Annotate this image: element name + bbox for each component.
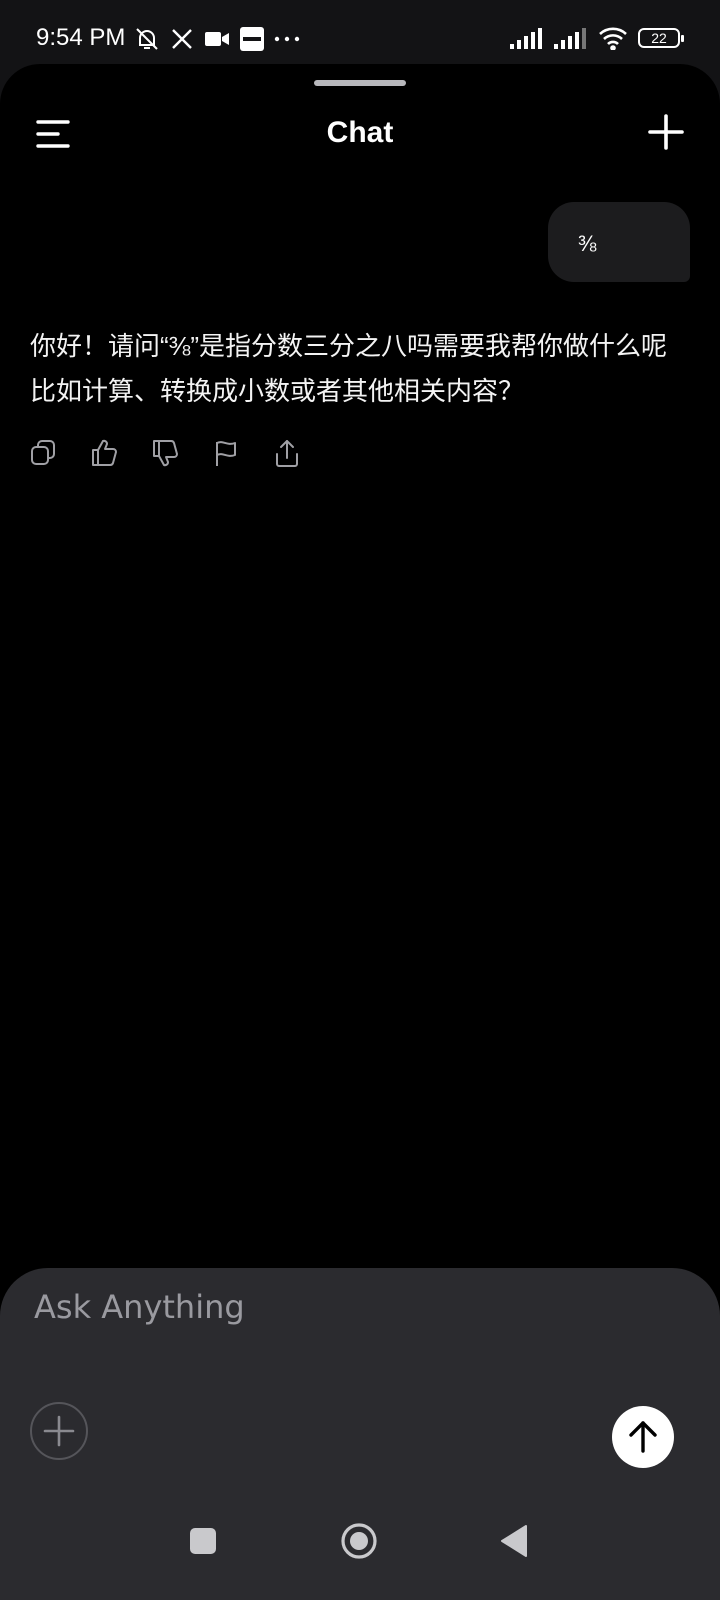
drag-handle[interactable] — [314, 80, 406, 86]
thumbs-down-icon[interactable] — [152, 438, 178, 468]
send-button[interactable] — [612, 1406, 674, 1468]
recents-square-icon[interactable] — [190, 1528, 216, 1554]
plus-icon — [43, 1415, 75, 1447]
more-dots-icon — [274, 36, 300, 42]
message-actions — [30, 438, 300, 468]
home-circle-icon[interactable] — [340, 1522, 378, 1560]
status-bar: 9:54 PM 22 — [0, 0, 720, 72]
attach-button[interactable] — [30, 1402, 88, 1460]
status-icons-right: 22 — [510, 26, 684, 50]
signal-icon — [510, 28, 542, 49]
status-time: 9:54 PM — [36, 24, 126, 51]
share-icon[interactable] — [274, 438, 300, 468]
wifi-icon — [599, 27, 627, 50]
page-title: Chat — [326, 116, 394, 149]
thumbs-up-icon[interactable] — [91, 438, 117, 468]
copy-icon[interactable] — [30, 438, 56, 468]
arrow-up-icon — [629, 1421, 657, 1453]
ask-input[interactable] — [32, 1284, 576, 1330]
back-triangle-icon[interactable] — [500, 1524, 528, 1558]
x-logo-icon — [172, 29, 192, 49]
bybit-app-icon — [240, 27, 264, 51]
battery-icon: 22 — [638, 28, 684, 48]
assistant-message: 你好！请问“⅜”是指分数三分之八吗需要我帮你做什么呢比如计算、转换成小数或者其他… — [30, 331, 668, 406]
flag-icon[interactable] — [213, 438, 239, 468]
status-icons-left — [134, 26, 300, 52]
signal-icon — [554, 28, 586, 49]
system-nav-bar — [0, 1500, 720, 1600]
mute-bell-icon — [136, 28, 158, 50]
user-message-bubble: ⅜ — [548, 202, 690, 282]
plus-icon[interactable] — [646, 112, 686, 152]
video-camera-icon — [205, 32, 229, 46]
